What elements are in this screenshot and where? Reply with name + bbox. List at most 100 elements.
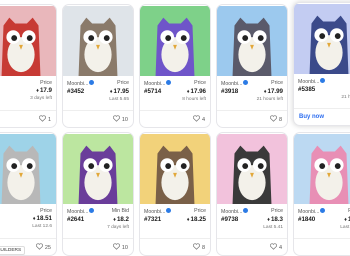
collection-name: Moonbi... (144, 81, 166, 87)
buy-now-button[interactable]: Buy now (299, 114, 324, 120)
price-value: 18.3 (270, 216, 283, 223)
like-count: 10 (121, 117, 128, 123)
nft-card[interactable]: Moonbi... Price #7321 ♦18.25 8 (139, 132, 211, 256)
nft-card[interactable]: Moonbi... Price #1840 ♦18.5 Last 10.0 (293, 132, 350, 256)
heart-icon (112, 243, 120, 250)
verified-icon (243, 208, 249, 213)
price-label: Price (271, 80, 283, 86)
time-left: 21 hours (341, 95, 350, 100)
last-label: Last (32, 224, 42, 229)
nft-grid: Price ♦17.9 3 days left 1 Moonbi... Pric… (0, 0, 350, 256)
heart-icon (35, 243, 43, 250)
nft-card[interactable]: Moonbi... Min Bid #2641 ♦18.2 7 days lef… (62, 132, 134, 256)
nft-card[interactable]: Moonbi... Price #3452 ♦17.95 Last 5.65 1… (62, 4, 134, 128)
owl-art-image (63, 134, 133, 204)
owl-art-image (217, 134, 287, 204)
price-label: Price (117, 80, 129, 86)
like-count: 4 (278, 245, 282, 251)
price-value: 17.99 (267, 88, 283, 95)
last-value: 5.41 (273, 225, 283, 230)
time-left: 7 days left (107, 225, 129, 230)
owl-art-image (0, 134, 56, 204)
heart-icon (112, 115, 120, 122)
like-count: 8 (201, 245, 205, 251)
price-value: 17.95 (113, 88, 129, 95)
token-number: #5385 (298, 86, 316, 93)
heart-icon (269, 115, 277, 122)
owl-art-image (140, 6, 210, 76)
collection-name: Moonbi... (67, 81, 89, 87)
collection-name: Moonbi... (221, 209, 243, 215)
token-number: #2641 (67, 216, 85, 223)
token-number: #5714 (144, 88, 162, 95)
time-left: 21 hours left (256, 97, 283, 102)
verified-icon (320, 208, 326, 213)
verified-icon (89, 208, 95, 213)
last-value: 12.6 (42, 224, 52, 229)
price-value: 17.96 (190, 88, 206, 95)
verified-icon (89, 80, 95, 85)
token-number: #7321 (144, 216, 162, 223)
tooltip-badge: ONBUILDERS (0, 246, 26, 255)
eth-icon: ♦ (344, 217, 347, 223)
like-count: 8 (278, 117, 282, 123)
eth-icon: ♦ (186, 89, 190, 95)
last-value: 5.65 (119, 97, 129, 102)
nft-card[interactable]: Moonbi... #5385 21 hours Buy now (293, 2, 350, 126)
price-label: Price (194, 208, 206, 214)
eth-icon: ♦ (32, 216, 36, 222)
token-number: #3452 (67, 88, 85, 95)
price-label: Price (40, 80, 52, 86)
price-label: Price (271, 208, 283, 214)
owl-art-image (63, 6, 133, 76)
price-label: Price (40, 208, 52, 214)
like-button[interactable]: 8 (269, 115, 282, 123)
eth-icon: ♦ (36, 88, 39, 94)
eth-icon: ♦ (267, 217, 270, 223)
owl-art-image (0, 6, 56, 76)
last-label: Last (109, 97, 119, 102)
collection-name: Moonbi... (221, 81, 243, 87)
collection-name: Moonbi... (298, 209, 320, 215)
eth-icon: ♦ (263, 89, 267, 95)
eth-icon: ♦ (109, 89, 113, 95)
token-number: #1840 (298, 216, 316, 223)
heart-icon (192, 243, 200, 250)
verified-icon (166, 80, 172, 85)
like-count: 1 (47, 117, 51, 123)
like-button[interactable]: 4 (192, 115, 205, 123)
time-left: 3 days left (30, 96, 52, 101)
collection-name: Moonbi... (67, 209, 89, 215)
price-value: 17.9 (39, 87, 52, 94)
price-value: 18.2 (116, 216, 129, 223)
collection-name: Moonbi... (298, 79, 320, 85)
price-value: 18.51 (36, 215, 52, 222)
last-label: Last (340, 225, 350, 230)
heart-icon (38, 115, 46, 122)
verified-icon (320, 78, 326, 83)
price-label: Price (194, 80, 206, 86)
like-count: 4 (201, 117, 205, 123)
owl-art-image (294, 134, 350, 204)
eth-icon: ♦ (186, 217, 190, 223)
like-button[interactable]: 1 (38, 115, 51, 123)
eth-icon: ♦ (113, 217, 116, 223)
token-number: #9738 (221, 216, 239, 223)
nft-card[interactable]: Moonbi... Price #5714 ♦17.96 8 hours lef… (139, 4, 211, 128)
like-count: 25 (44, 245, 51, 251)
nft-card[interactable]: Moonbi... Price #9738 ♦18.3 Last 5.41 4 (216, 132, 288, 256)
price-label: Min Bid (111, 208, 129, 214)
heart-icon (192, 115, 200, 122)
verified-icon (243, 80, 249, 85)
owl-art-image (140, 134, 210, 204)
time-left: 8 hours left (182, 97, 206, 102)
token-number: #3918 (221, 88, 239, 95)
nft-card[interactable]: Moonbi... Price #3918 ♦17.99 21 hours le… (216, 4, 288, 128)
nft-card[interactable]: Price ♦18.51 Last 12.6 25 ONBUILDERS (0, 132, 57, 256)
like-count: 10 (121, 245, 128, 251)
nft-card[interactable]: Price ♦17.9 3 days left 1 (0, 4, 57, 128)
like-button[interactable]: 10 (112, 115, 128, 123)
owl-art-image (294, 4, 350, 74)
owl-art-image (217, 6, 287, 76)
heart-icon (269, 243, 277, 250)
